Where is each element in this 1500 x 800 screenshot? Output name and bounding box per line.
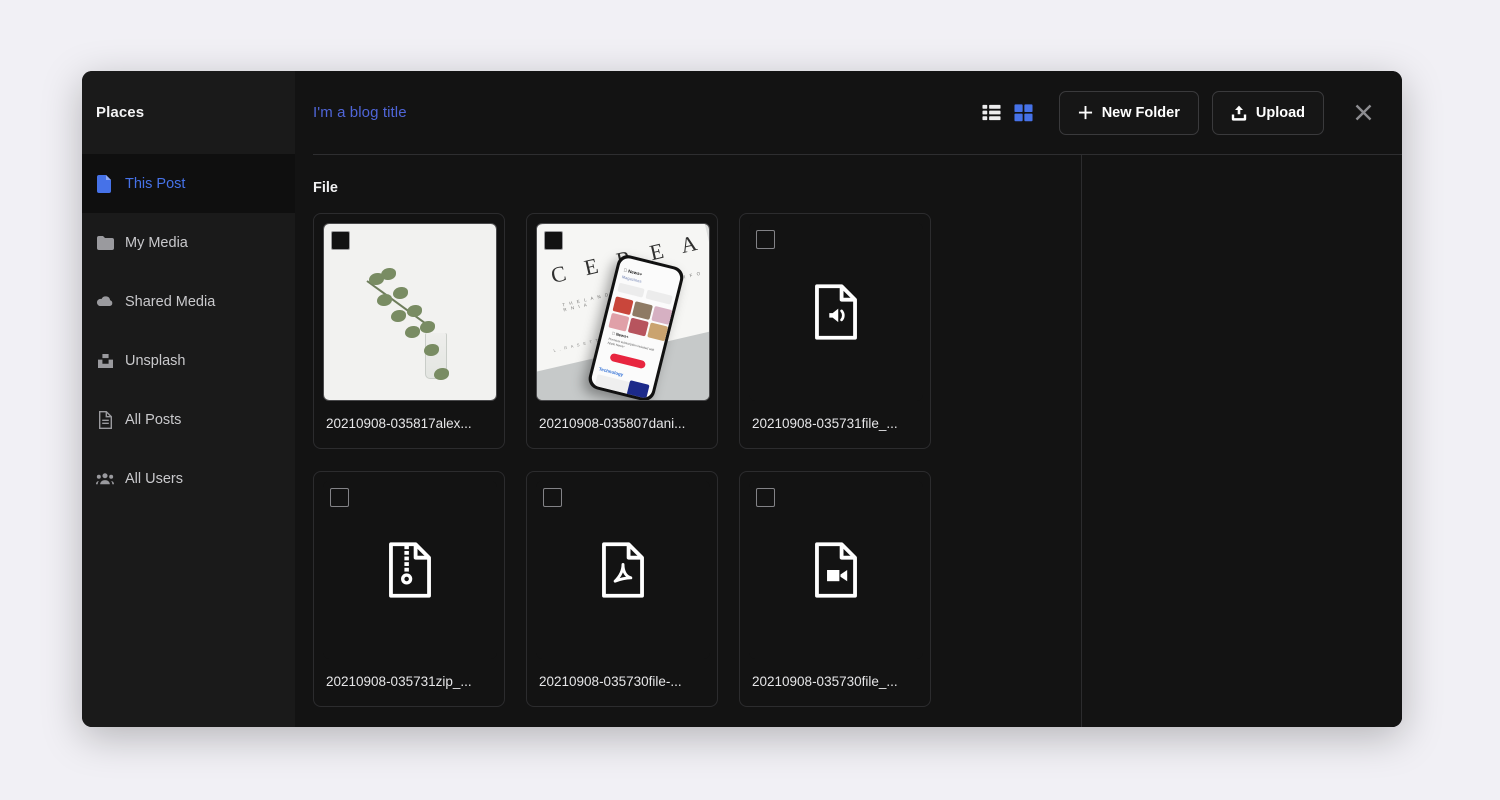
mosaic-cell [612,296,634,316]
view-toggle-group [982,103,1033,122]
upload-button[interactable]: Upload [1211,90,1324,135]
unsplash-icon [96,352,114,370]
file-lines-icon [96,410,114,429]
file-card[interactable]: 20210908-035731file_... [739,213,931,449]
file-card[interactable]: 20210908-035817alex... [313,213,505,449]
file-grid: 20210908-035817alex... C E R E A L T H E… [313,213,1081,707]
section-heading-file: File [313,180,338,196]
leaf-shape [377,294,393,307]
details-pane [1081,154,1402,727]
sidebar: Places This Post My Media Shared Media U… [82,71,295,727]
sidebar-item-label: My Media [125,234,188,251]
mosaic-cell [632,301,654,321]
users-icon [96,470,114,488]
tile [645,289,674,305]
sidebar-item-all-users[interactable]: All Users [82,449,295,508]
plus-icon [1078,105,1092,120]
close-icon [1355,104,1371,121]
plant-photo [324,224,496,400]
thumbnail-zip-file [323,481,497,659]
list-view-icon[interactable] [982,103,1001,122]
sidebar-item-label: All Users [125,470,184,487]
file-name: 20210908-035807dani... [539,416,686,431]
grid-view-icon[interactable] [1014,103,1033,122]
sidebar-item-all-posts[interactable]: All Posts [82,390,295,449]
leaf-shape [391,310,407,323]
leaf-shape [434,368,450,381]
mosaic-cell [647,322,669,342]
document-icon [96,174,114,193]
file-select-checkbox[interactable] [543,488,562,507]
file-name: 20210908-035731file_... [752,416,898,431]
thumbnail-plant-photo [323,223,497,401]
sidebar-item-label: All Posts [125,411,182,428]
sidebar-header: Places [82,71,295,154]
file-name: 20210908-035731zip_... [326,674,472,689]
toolbar: I'm a blog title New Folder Upload [295,71,1402,154]
file-name: 20210908-035730file_... [752,674,898,689]
upload-label: Upload [1255,104,1305,121]
thumbnail-cereal-photo: C E R E A L T H E L A N D S C A P E O F … [536,223,710,401]
file-select-checkbox[interactable] [330,488,349,507]
sidebar-item-this-post[interactable]: This Post [82,154,295,213]
file-select-checkbox[interactable] [756,488,775,507]
zip-file-icon [389,542,431,598]
thumbnail-video-file [749,481,923,659]
upload-icon [1231,105,1247,121]
file-name: 20210908-035817alex... [326,416,472,431]
sidebar-item-label: This Post [125,175,186,192]
leaf-shape [420,320,436,333]
close-button[interactable] [1346,96,1380,130]
content-area: File 20210908-035817alex... C E E A T H … [295,154,1402,727]
leaf-shape [380,268,396,280]
audio-file-icon [815,284,857,340]
file-browser-pane: File 20210908-035817alex... C E E A T H … [295,154,1081,727]
cta-button[interactable] [609,352,647,370]
pdf-file-icon [602,542,644,598]
sidebar-item-label: Unsplash [125,352,186,369]
cloud-icon [96,293,114,311]
sidebar-nav: This Post My Media Shared Media Unsplash [82,154,295,508]
sidebar-item-unsplash[interactable]: Unsplash [82,331,295,390]
thumbnail-pdf-file [536,481,710,659]
mosaic-cell [608,312,630,332]
blog-title-link[interactable]: I'm a blog title [313,104,407,121]
main-panel: I'm a blog title New Folder Upload File … [295,71,1402,727]
new-folder-label: New Folder [1101,104,1180,121]
cereal-photo: C E R E A L T H E L A N D S C A P E O F … [537,224,709,400]
file-name: 20210908-035730file-... [539,674,682,689]
file-select-checkbox[interactable] [544,231,563,250]
leaf-shape [404,326,420,339]
mosaic-cell [628,317,650,337]
leaf-shape [392,287,408,300]
media-library-modal: Places This Post My Media Shared Media U… [82,71,1402,727]
sidebar-item-label: Shared Media [125,293,216,310]
new-folder-button[interactable]: New Folder [1058,90,1199,135]
mosaic-cell [651,306,673,326]
toolbar-divider [313,154,1402,155]
sidebar-item-my-media[interactable]: My Media [82,213,295,272]
sidebar-title: Places [96,104,145,121]
folder-icon [96,234,114,252]
leaf-shape [423,343,439,356]
file-select-checkbox[interactable] [756,230,775,249]
leaf-shape [406,304,422,317]
file-card[interactable]: 20210908-035730file_... [739,471,931,707]
thumbnail-audio-file [749,223,923,401]
sidebar-item-shared-media[interactable]: Shared Media [82,272,295,331]
file-select-checkbox[interactable] [331,231,350,250]
article-thumb [626,380,650,400]
file-card[interactable]: C E R E A L T H E L A N D S C A P E O F … [526,213,718,449]
video-file-icon [815,542,857,598]
file-card[interactable]: 20210908-035731zip_... [313,471,505,707]
file-card[interactable]: 20210908-035730file-... [526,471,718,707]
tile [617,282,646,298]
